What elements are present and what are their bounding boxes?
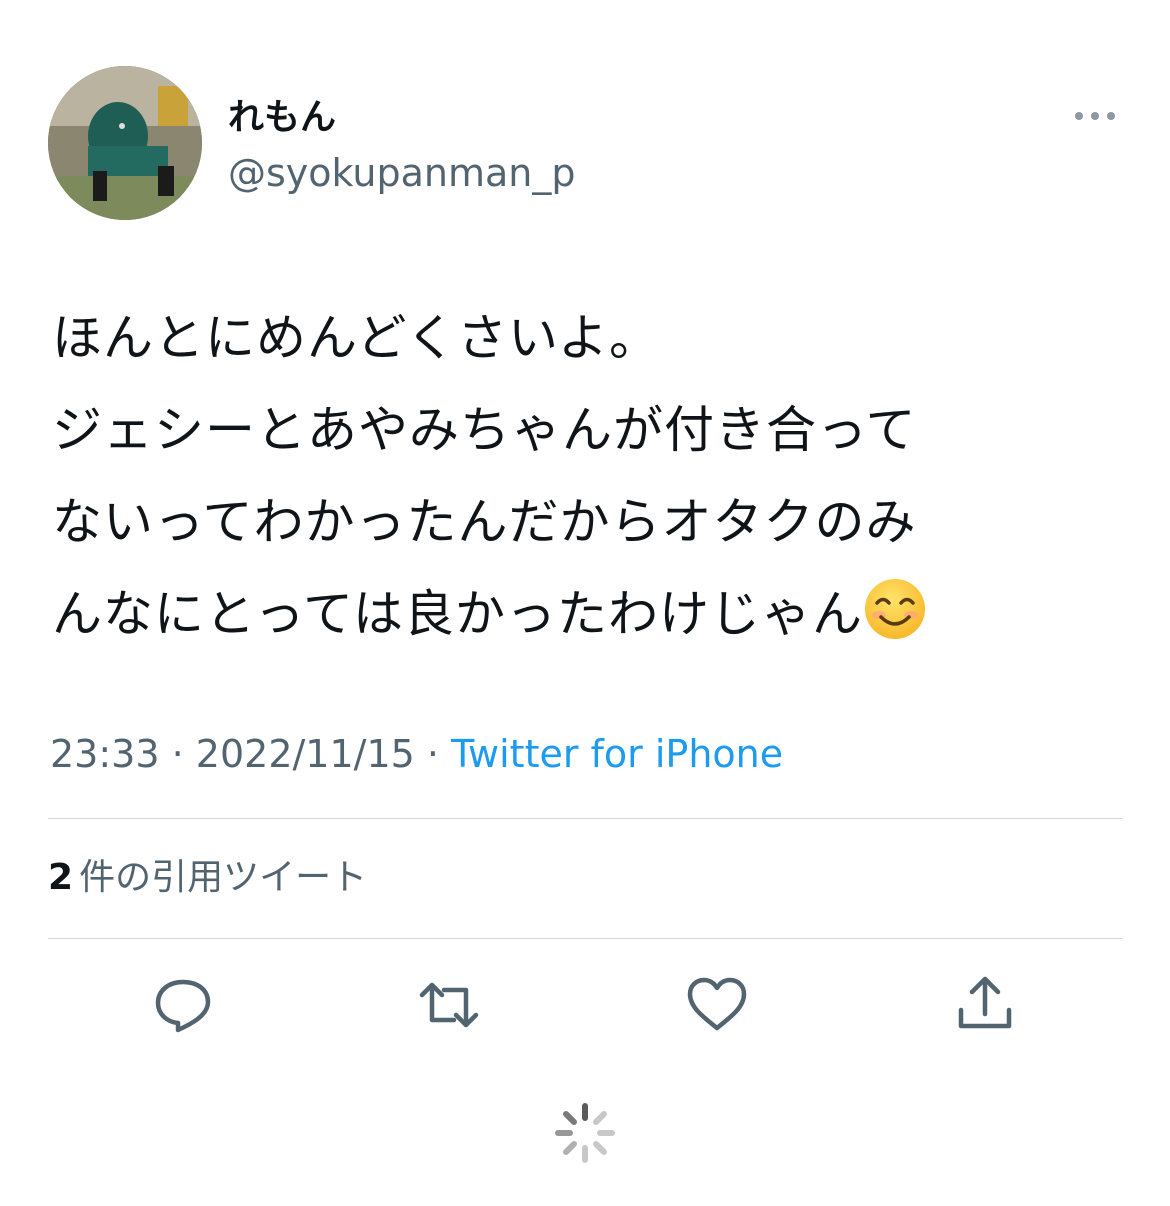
divider — [48, 938, 1122, 939]
loading-spinner-icon — [555, 1103, 615, 1163]
divider — [48, 818, 1122, 819]
like-icon[interactable] — [682, 970, 752, 1040]
quote-tweets-link[interactable]: 2 件の引用ツイート — [48, 852, 367, 904]
tweet-text-line: んなにとっては良かったわけじゃん — [52, 568, 1122, 660]
tweet-text: ほんとにめんどくさいよ。ジェシーとあやみちゃんが付き合って ないってわかったんだか… — [52, 292, 1122, 660]
meta-separator: · — [171, 732, 184, 776]
quote-count: 2 — [48, 857, 74, 898]
tweet-text-line: ジェシーとあやみちゃんが付き合って — [52, 401, 917, 459]
meta-separator: · — [426, 732, 440, 776]
display-name[interactable]: れもん — [228, 96, 336, 140]
tweet-meta: 23:33 · 2022/11/15 · Twitter for iPhone — [50, 728, 783, 780]
tweet-text-line: ほんとにめんどくさいよ。 — [52, 309, 660, 367]
avatar[interactable] — [48, 66, 202, 220]
retweet-icon[interactable] — [414, 970, 484, 1040]
tweet-text-line: ないってわかったんだからオタクのみ — [52, 493, 917, 551]
tweet-source-link[interactable]: Twitter for iPhone — [451, 732, 783, 776]
tweet-time[interactable]: 23:33 — [50, 732, 160, 776]
quote-label: 件の引用ツイート — [79, 857, 368, 898]
user-handle[interactable]: @syokupanman_p — [228, 150, 575, 196]
smiling-face-emoji-icon — [865, 579, 925, 639]
more-options-icon[interactable] — [1072, 104, 1118, 128]
tweet-date[interactable]: 2022/11/15 — [196, 732, 415, 776]
reply-icon[interactable] — [148, 970, 218, 1040]
tweet-text-line-text: んなにとっては良かったわけじゃん — [52, 585, 863, 643]
share-icon[interactable] — [950, 970, 1020, 1040]
